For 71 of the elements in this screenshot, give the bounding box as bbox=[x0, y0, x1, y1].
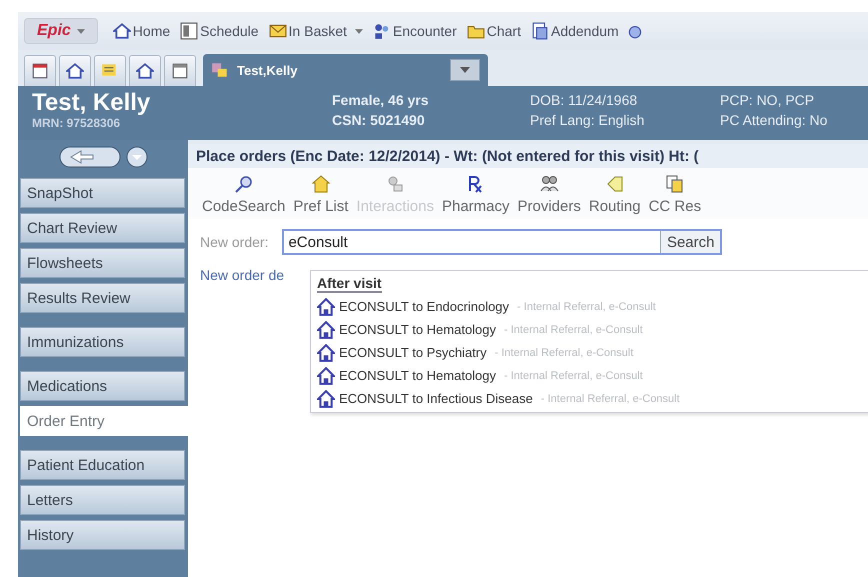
patient-info-text: PCP: NO, PCP bbox=[720, 91, 816, 110]
patient-info-text: DOB: 11/24/1968 bbox=[530, 91, 638, 110]
sidebar-item[interactable]: Letters bbox=[20, 485, 185, 515]
sidebar-item[interactable]: Order Entry bbox=[20, 406, 190, 436]
patient-tab-label: Test,Kelly bbox=[237, 62, 298, 78]
house-icon bbox=[112, 22, 131, 40]
sidebar-item[interactable]: Medications bbox=[20, 371, 185, 401]
suggestion-item[interactable]: ECONSULT to Hematology - Internal Referral, e-Consult bbox=[317, 366, 868, 385]
house-icon bbox=[317, 366, 335, 384]
tag-icon bbox=[604, 174, 625, 194]
sidebar-item[interactable]: Flowsheets bbox=[20, 248, 185, 278]
toolbar-button[interactable]: In Basket bbox=[266, 22, 366, 40]
new-order-field[interactable]: eConsult Search bbox=[282, 229, 722, 255]
toolbar-button[interactable]: Encounter bbox=[370, 22, 460, 40]
suggestion-item[interactable]: ECONSULT to Hematology - Internal Referral, e-Consult bbox=[317, 320, 868, 339]
documents-icon bbox=[664, 174, 685, 194]
search-button[interactable]: Search bbox=[660, 231, 720, 253]
people-icon bbox=[539, 174, 560, 194]
sidebar-item[interactable]: Patient Education bbox=[20, 450, 185, 480]
patient-info-text: Female, 46 yrs bbox=[332, 91, 430, 110]
document-icon bbox=[530, 22, 549, 40]
house-icon bbox=[317, 320, 335, 338]
sidebar-item[interactable]: Chart Review bbox=[20, 213, 185, 243]
patient-tab[interactable]: Test,Kelly bbox=[203, 54, 488, 86]
caret-icon bbox=[460, 67, 470, 73]
toolbar-button[interactable]: Pref List bbox=[293, 174, 348, 215]
new-order-link[interactable]: New order de bbox=[200, 267, 284, 283]
patient-info-text: Pref Lang: English bbox=[530, 111, 646, 130]
patient-info-text: CSN: 5021490 bbox=[332, 111, 426, 130]
house-icon bbox=[136, 62, 154, 80]
house-icon bbox=[317, 344, 335, 362]
house-icon bbox=[66, 62, 84, 80]
patient-name: Test, Kelly bbox=[32, 90, 152, 116]
toolbar-button[interactable]: Home bbox=[110, 22, 174, 40]
sidebar-item[interactable]: Immunizations bbox=[20, 327, 185, 357]
tab[interactable] bbox=[24, 55, 56, 86]
caret-icon bbox=[354, 28, 363, 34]
sidebar-item[interactable]: SnapShot bbox=[20, 178, 185, 208]
toolbar-button[interactable]: Pharmacy bbox=[442, 174, 510, 215]
patient-info-text: PC Attending: No bbox=[720, 111, 828, 130]
toolbar-button[interactable]: CodeSearch bbox=[202, 174, 286, 215]
house-icon bbox=[317, 390, 335, 408]
toolbar-button[interactable]: Addendum bbox=[528, 22, 622, 40]
toolbar-button[interactable]: CC Res bbox=[648, 174, 702, 215]
tab[interactable] bbox=[59, 55, 91, 86]
panel-title: Place orders (Enc Date: 12/2/2014) - Wt: (Not entered for this visit) Ht: ( bbox=[188, 144, 868, 168]
toolbar-button[interactable]: Chart bbox=[464, 22, 524, 40]
suggestion-item[interactable]: ECONSULT to Psychiatry - Internal Referral, e-Consult bbox=[317, 343, 868, 362]
people-icon bbox=[372, 22, 391, 40]
dropdown-heading: After visit bbox=[317, 275, 382, 293]
suggestion-item[interactable]: ECONSULT to Endocrinology - Internal Referral, e-Consult bbox=[317, 297, 868, 316]
new-order-label: New order: bbox=[200, 234, 268, 250]
house-icon bbox=[310, 174, 331, 194]
tab[interactable] bbox=[164, 55, 196, 86]
caret-icon bbox=[76, 28, 85, 34]
schedule-icon bbox=[180, 22, 198, 40]
mrn-text: MRN: 97528306 bbox=[32, 116, 122, 130]
sidebar-item[interactable]: Results Review bbox=[20, 283, 185, 313]
tab[interactable] bbox=[129, 55, 161, 86]
toolbar-button[interactable]: Schedule bbox=[177, 22, 262, 40]
toolbar-button[interactable]: Providers bbox=[518, 174, 581, 215]
envelope-icon bbox=[268, 22, 287, 40]
house-icon bbox=[317, 298, 335, 316]
search-icon bbox=[234, 174, 254, 194]
sidebar-item[interactable]: History bbox=[20, 520, 185, 550]
tab-menu-button[interactable] bbox=[450, 59, 480, 81]
suggestion-item[interactable]: ECONSULT to Infectious Disease - Internal Referral, e-Consult bbox=[317, 389, 868, 408]
calendar-icon bbox=[31, 62, 49, 80]
toolbar-button[interactable]: Routing bbox=[588, 174, 641, 215]
window-icon bbox=[171, 62, 189, 80]
epic-menu-button[interactable]: Epic bbox=[24, 18, 98, 44]
